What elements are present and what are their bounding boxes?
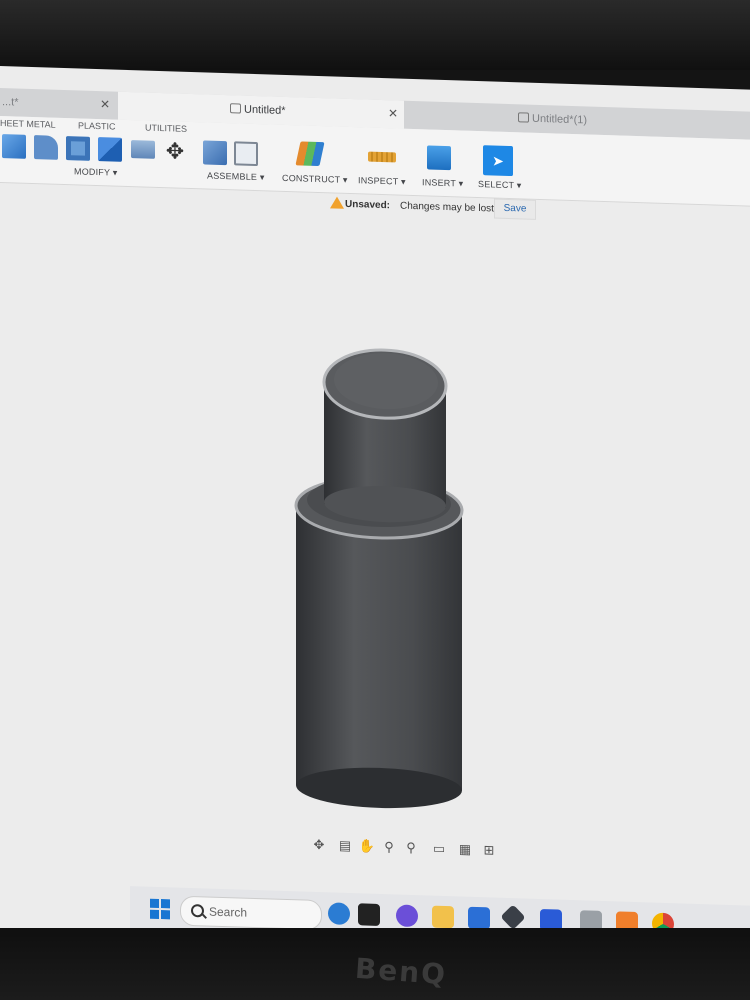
monitor-bezel-top	[0, 0, 750, 70]
windows-start-icon[interactable]	[150, 898, 170, 920]
teams-icon[interactable]	[396, 904, 418, 928]
monitor-brand-logo: BenQ	[353, 951, 449, 992]
orbit-icon[interactable]: ✥	[310, 836, 328, 855]
grid-icon[interactable]: ▦	[456, 840, 474, 859]
store-icon[interactable]	[468, 906, 490, 930]
cylinder-model[interactable]	[294, 347, 464, 810]
task-view-icon[interactable]	[358, 903, 380, 926]
zoom-icon[interactable]: ⚲	[380, 838, 398, 857]
fusion-window: ...t* ✕ Untitled* ✕ Untitled*(1) HEET ME…	[0, 66, 750, 956]
app-cube-icon[interactable]	[500, 904, 526, 930]
pan-hand-icon[interactable]: ✋	[358, 837, 376, 856]
look-at-icon[interactable]: ▤	[336, 837, 354, 856]
viewport-canvas[interactable]	[0, 66, 750, 850]
search-icon	[191, 904, 204, 918]
file-explorer-icon[interactable]	[432, 905, 454, 929]
taskbar-search-input[interactable]: Search	[180, 895, 322, 931]
search-placeholder: Search	[209, 904, 248, 920]
viewports-icon[interactable]: ⊞	[480, 841, 498, 860]
lower-cylinder-body	[296, 505, 462, 791]
bing-icon[interactable]	[328, 902, 350, 925]
display-settings-icon[interactable]: ▭	[430, 840, 448, 859]
zoom-window-icon[interactable]: ⚲	[402, 839, 420, 858]
